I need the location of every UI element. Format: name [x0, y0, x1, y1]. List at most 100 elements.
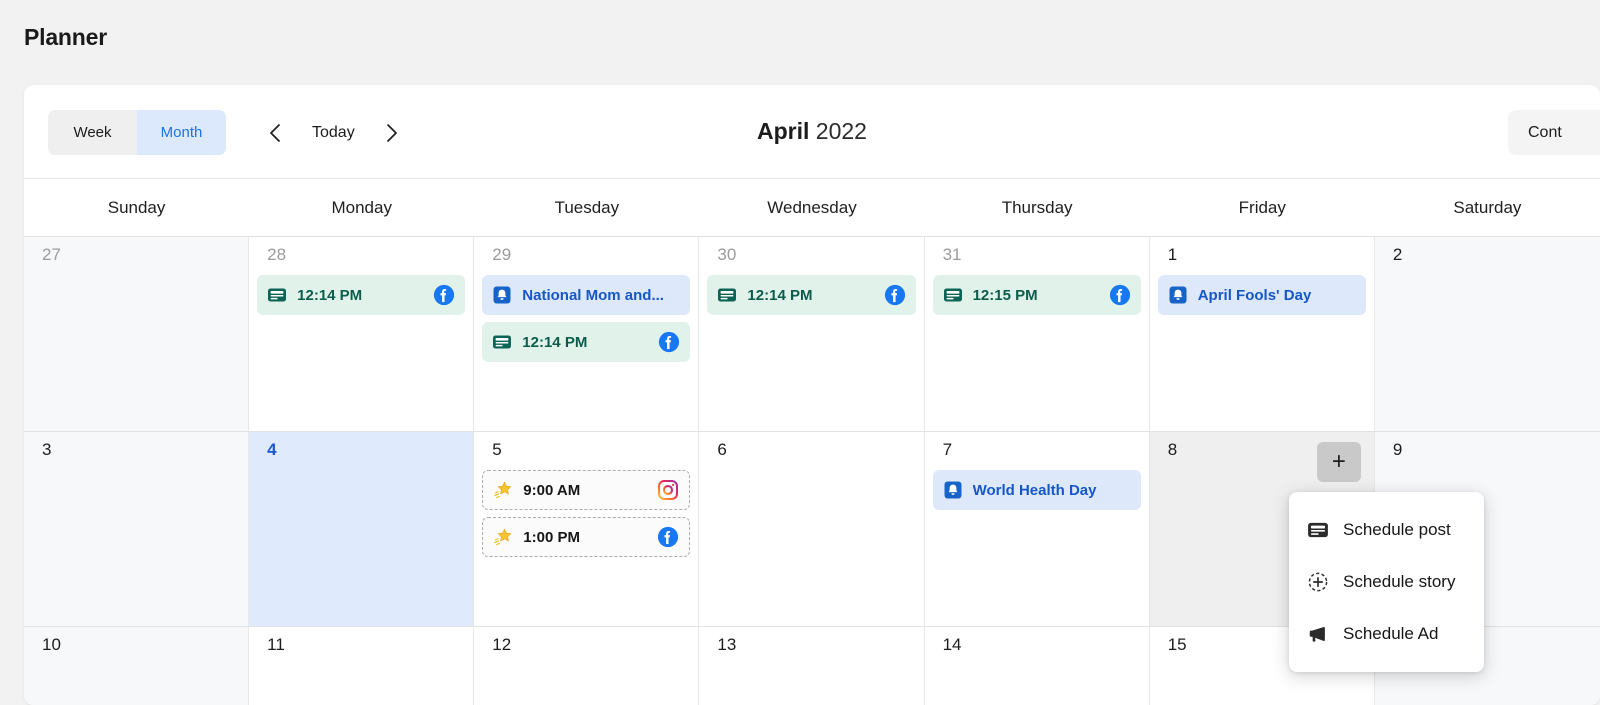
- event-card-post[interactable]: 12:14 PM: [707, 275, 915, 315]
- day-cell[interactable]: 10: [24, 627, 249, 705]
- event-label: April Fools' Day: [1198, 287, 1356, 304]
- event-list: April Fools' Day: [1150, 275, 1374, 315]
- menu-item-schedule-story[interactable]: Schedule story: [1289, 556, 1484, 608]
- event-card-post[interactable]: 12:14 PM: [482, 322, 690, 362]
- day-number: 27: [24, 245, 248, 265]
- day-number: 30: [699, 245, 923, 265]
- star-icon: [493, 527, 513, 547]
- facebook-icon: [658, 331, 680, 353]
- day-cell[interactable]: 3: [24, 432, 249, 627]
- event-label: World Health Day: [973, 482, 1131, 499]
- event-card-holiday[interactable]: World Health Day: [933, 470, 1141, 510]
- instagram-icon: [657, 479, 679, 501]
- day-cell[interactable]: 14: [925, 627, 1150, 705]
- weekday-header-saturday: Saturday: [1375, 179, 1600, 236]
- schedule-dropdown-menu: Schedule post Schedule story Schedule Ad: [1289, 492, 1484, 672]
- facebook-icon: [657, 526, 679, 548]
- page-title: Planner: [24, 24, 107, 51]
- day-cell[interactable]: 1 April Fools' Day: [1150, 237, 1375, 432]
- day-cell[interactable]: 29 National Mom and... 12:14 PM: [474, 237, 699, 432]
- calendar-toolbar: Week Month Today April 2022 Cont: [24, 85, 1600, 179]
- day-number: 6: [699, 440, 923, 460]
- event-label: 12:14 PM: [297, 287, 433, 304]
- event-list: 12:15 PM: [925, 275, 1149, 315]
- add-event-button[interactable]: +: [1317, 442, 1361, 482]
- holiday-bell-icon: [943, 480, 963, 500]
- event-label: 12:14 PM: [522, 334, 658, 351]
- day-cell[interactable]: 5 9:00 AM 1:00 PM: [474, 432, 699, 627]
- day-cell[interactable]: 28 12:14 PM: [249, 237, 474, 432]
- menu-item-label: Schedule story: [1343, 572, 1455, 592]
- day-number: 3: [24, 440, 248, 460]
- day-number: 12: [474, 635, 698, 655]
- day-cell[interactable]: 7 World Health Day: [925, 432, 1150, 627]
- post-icon-dark: [1307, 519, 1329, 541]
- facebook-icon: [1109, 284, 1131, 306]
- day-cell[interactable]: 12: [474, 627, 699, 705]
- post-icon: [717, 285, 737, 305]
- post-icon: [943, 285, 963, 305]
- story-plus-icon: [1307, 571, 1329, 593]
- day-cell[interactable]: 31 12:15 PM: [925, 237, 1150, 432]
- menu-item-label: Schedule Ad: [1343, 624, 1438, 644]
- event-card-post[interactable]: 12:14 PM: [257, 275, 465, 315]
- day-cell[interactable]: 6: [699, 432, 924, 627]
- event-list: 9:00 AM 1:00 PM: [474, 470, 698, 557]
- event-label: National Mom and...: [522, 287, 680, 304]
- event-card-post[interactable]: 12:15 PM: [933, 275, 1141, 315]
- event-label: 12:15 PM: [973, 287, 1109, 304]
- facebook-icon: [433, 284, 455, 306]
- day-cell[interactable]: 4: [249, 432, 474, 627]
- day-number: 1: [1150, 245, 1374, 265]
- event-label: 9:00 AM: [523, 482, 657, 499]
- weekday-header-monday: Monday: [249, 179, 474, 236]
- day-cell[interactable]: 27: [24, 237, 249, 432]
- day-cell[interactable]: 11: [249, 627, 474, 705]
- menu-item-schedule-post[interactable]: Schedule post: [1289, 504, 1484, 556]
- day-number: 31: [925, 245, 1149, 265]
- weekday-header-friday: Friday: [1150, 179, 1375, 236]
- year-number: 2022: [816, 118, 867, 144]
- day-number: 28: [249, 245, 473, 265]
- day-number: 7: [925, 440, 1149, 460]
- day-number: 13: [699, 635, 923, 655]
- facebook-icon: [884, 284, 906, 306]
- event-card-holiday[interactable]: April Fools' Day: [1158, 275, 1366, 315]
- day-number: 5: [474, 440, 698, 460]
- event-card-draft[interactable]: 9:00 AM: [482, 470, 690, 510]
- menu-item-label: Schedule post: [1343, 520, 1451, 540]
- event-list: 12:14 PM: [249, 275, 473, 315]
- day-number: 14: [925, 635, 1149, 655]
- day-number: 2: [1375, 245, 1600, 265]
- weekday-header-wednesday: Wednesday: [699, 179, 924, 236]
- event-card-holiday[interactable]: National Mom and...: [482, 275, 690, 315]
- event-list: World Health Day: [925, 470, 1149, 510]
- holiday-bell-icon: [492, 285, 512, 305]
- post-icon: [492, 332, 512, 352]
- day-number: 11: [249, 635, 473, 655]
- weekday-header-sunday: Sunday: [24, 179, 249, 236]
- day-cell[interactable]: 13: [699, 627, 924, 705]
- event-label: 1:00 PM: [523, 529, 657, 546]
- month-name: April: [757, 118, 809, 144]
- event-list: 12:14 PM: [699, 275, 923, 315]
- day-number: 29: [474, 245, 698, 265]
- content-button[interactable]: Cont: [1508, 110, 1600, 155]
- day-number: 4: [249, 440, 473, 460]
- current-month-label: April 2022: [24, 118, 1600, 145]
- weekday-header: SundayMondayTuesdayWednesdayThursdayFrid…: [24, 179, 1600, 237]
- holiday-bell-icon: [1168, 285, 1188, 305]
- day-cell[interactable]: 2: [1375, 237, 1600, 432]
- event-list: National Mom and... 12:14 PM: [474, 275, 698, 362]
- star-icon: [493, 480, 513, 500]
- event-card-draft[interactable]: 1:00 PM: [482, 517, 690, 557]
- day-cell[interactable]: 30 12:14 PM: [699, 237, 924, 432]
- day-number: 10: [24, 635, 248, 655]
- day-number: 9: [1375, 440, 1600, 460]
- event-label: 12:14 PM: [747, 287, 883, 304]
- weekday-header-thursday: Thursday: [925, 179, 1150, 236]
- post-icon: [267, 285, 287, 305]
- menu-item-schedule-ad[interactable]: Schedule Ad: [1289, 608, 1484, 660]
- megaphone-icon: [1307, 623, 1329, 645]
- weekday-header-tuesday: Tuesday: [474, 179, 699, 236]
